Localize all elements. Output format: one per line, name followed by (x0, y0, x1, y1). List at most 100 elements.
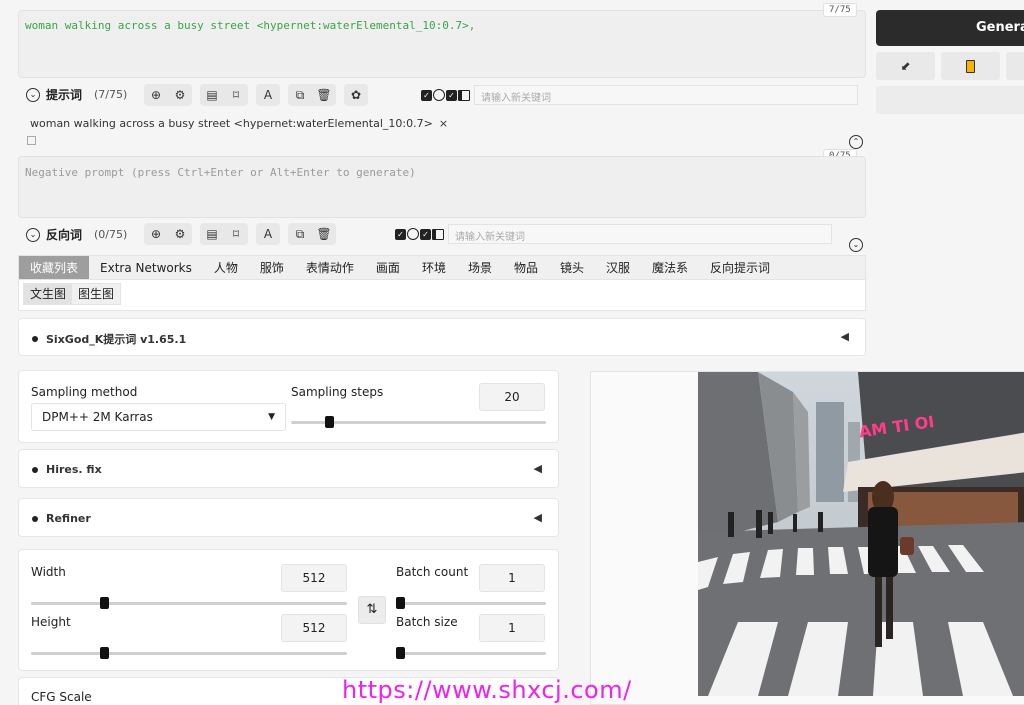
tab-7[interactable]: 场景 (457, 256, 503, 279)
style-button[interactable] (1006, 52, 1024, 80)
slider-thumb[interactable] (325, 416, 334, 428)
negative-placeholder: Negative prompt (press Ctrl+Enter or Alt… (25, 166, 416, 179)
styles-dropdown[interactable] (876, 86, 1024, 114)
extension-accordion[interactable]: SixGod_K提示词 v1.65.1 ◀ (18, 318, 866, 356)
width-slider[interactable] (31, 597, 347, 609)
arrow-corner-icon[interactable]: ⬋ (876, 52, 935, 80)
collapse-triangle-icon[interactable]: ◀ (534, 511, 542, 524)
swap-dimensions-button[interactable]: ⇅ (358, 596, 386, 624)
panel-icon[interactable] (432, 228, 444, 240)
prompt-category-tabs: 收藏列表 Extra Networks 人物 服饰 表情动作 画面 环境 场景 物品 镜头 汉服 魔法… (18, 255, 866, 311)
negative-toolbar: ⌄ 反向词 (0/75) (26, 226, 127, 243)
batch-count-label: Batch count (396, 565, 469, 579)
prompt-token-counter: 7/75 (823, 3, 857, 17)
checkbox-icon[interactable]: ✓ (420, 228, 431, 240)
bookmark-icon[interactable]: ⌑ (224, 223, 248, 245)
output-gallery: AM TI OI (590, 371, 1024, 705)
panel-icon[interactable] (458, 89, 470, 101)
refiner-accordion[interactable]: Refiner ◀ (18, 498, 559, 537)
hires-fix-accordion[interactable]: Hires. fix ◀ (18, 449, 559, 488)
prompt-tools: ⊕ ⚙ ▤ ⌑ A ⧉ 🗑 ✿ (144, 84, 368, 106)
grid-icon[interactable] (27, 136, 36, 145)
expand-chevron-icon[interactable]: ⌄ (849, 238, 863, 252)
prompt-tag-text: woman walking across a busy street <hype… (30, 117, 433, 130)
width-input[interactable]: 512 (281, 564, 347, 592)
checkbox-icon[interactable]: ✓ (421, 89, 432, 101)
generated-street-image[interactable]: AM TI OI (698, 372, 1024, 696)
settings-gear-icon[interactable]: ⚙ (168, 84, 192, 106)
prompt-textarea[interactable]: woman walking across a busy street <hype… (18, 10, 866, 78)
tab-3[interactable]: 服饰 (249, 256, 295, 279)
text-format-icon[interactable]: A (256, 84, 280, 106)
tab-1[interactable]: Extra Networks (89, 256, 203, 279)
close-icon[interactable]: × (439, 117, 448, 130)
clipboard-icon[interactable] (941, 52, 1000, 80)
trash-icon[interactable]: 🗑 (312, 84, 336, 106)
subtab-0[interactable]: 文生图 (24, 284, 72, 304)
sampling-method-label: Sampling method (31, 385, 138, 399)
batch-size-input[interactable]: 1 (479, 614, 545, 642)
tab-10[interactable]: 汉服 (595, 256, 641, 279)
collapse-triangle-icon[interactable]: ◀ (841, 330, 849, 343)
translate-globe-icon[interactable]: ⊕ (144, 84, 168, 106)
slider-thumb[interactable] (100, 647, 109, 659)
hires-fix-label: Hires. fix (46, 463, 102, 476)
negative-prompt-textarea[interactable]: Negative prompt (press Ctrl+Enter or Alt… (18, 156, 866, 218)
sampling-steps-input[interactable]: 20 (479, 383, 545, 411)
tab-4[interactable]: 表情动作 (295, 256, 365, 279)
tab-12[interactable]: 反向提示词 (699, 256, 781, 279)
batch-count-slider[interactable] (396, 597, 546, 609)
document-icon[interactable]: ▤ (200, 84, 224, 106)
prompt-tag-chip[interactable]: woman walking across a busy street <hype… (30, 117, 448, 130)
batch-size-slider[interactable] (396, 647, 546, 659)
negative-row-title: 反向词 (46, 228, 83, 242)
document-icon[interactable]: ▤ (200, 223, 224, 245)
prompt-keyword-input[interactable]: 请输入新关键词 (474, 85, 858, 105)
openai-icon[interactable]: ✿ (344, 84, 368, 106)
settings-gear-icon[interactable]: ⚙ (168, 223, 192, 245)
tab-2[interactable]: 人物 (203, 256, 249, 279)
collapse-triangle-icon[interactable]: ◀ (534, 462, 542, 475)
copy-icon[interactable]: ⧉ (288, 223, 312, 245)
slider-thumb[interactable] (396, 597, 405, 609)
dropdown-caret-icon: ▼ (268, 412, 275, 422)
collapse-chevron-icon[interactable]: ⌄ (26, 87, 40, 102)
negative-toggles: ✓ ✓ (395, 228, 444, 240)
checkbox-icon[interactable]: ✓ (446, 89, 457, 101)
translate-globe-icon[interactable]: ⊕ (144, 223, 168, 245)
expand-chevron-icon[interactable]: ⌃ (849, 135, 863, 149)
tab-9[interactable]: 镜头 (549, 256, 595, 279)
prompt-toggles: ✓ ✓ (421, 89, 470, 101)
clock-icon[interactable] (407, 228, 419, 240)
tab-6[interactable]: 环境 (411, 256, 457, 279)
sampling-method-select[interactable]: DPM++ 2M Karras ▼ (31, 403, 286, 431)
clock-icon[interactable] (433, 89, 445, 101)
sampling-steps-slider[interactable] (291, 416, 546, 428)
sampling-steps-label: Sampling steps (291, 385, 384, 399)
slider-thumb[interactable] (100, 597, 109, 609)
trash-icon[interactable]: 🗑 (312, 223, 336, 245)
text-format-icon[interactable]: A (256, 223, 280, 245)
tab-0[interactable]: 收藏列表 (19, 256, 90, 279)
checkbox-icon[interactable]: ✓ (395, 228, 406, 240)
negative-tools: ⊕ ⚙ ▤ ⌑ A ⧉ 🗑 (144, 223, 336, 245)
tab-8[interactable]: 物品 (503, 256, 549, 279)
slider-thumb[interactable] (396, 647, 405, 659)
height-slider[interactable] (31, 647, 347, 659)
tab-11[interactable]: 魔法系 (641, 256, 699, 279)
sampling-card: Sampling method DPM++ 2M Karras ▼ Sampli… (18, 370, 559, 443)
batch-count-input[interactable]: 1 (479, 564, 545, 592)
prompt-row-count: (7/75) (94, 88, 128, 101)
negative-row-count: (0/75) (94, 228, 128, 241)
height-input[interactable]: 512 (281, 614, 347, 642)
collapse-chevron-icon[interactable]: ⌄ (26, 227, 40, 242)
prompt-row-title: 提示词 (46, 88, 83, 102)
bookmark-icon[interactable]: ⌑ (224, 84, 248, 106)
extension-label: SixGod_K提示词 v1.65.1 (46, 333, 187, 346)
negative-keyword-input[interactable]: 请输入新关键词 (448, 224, 832, 244)
copy-icon[interactable]: ⧉ (288, 84, 312, 106)
subtab-1[interactable]: 图生图 (72, 284, 120, 304)
tab-5[interactable]: 画面 (365, 256, 411, 279)
height-label: Height (31, 615, 71, 629)
generate-button[interactable]: Generate (876, 10, 1024, 46)
